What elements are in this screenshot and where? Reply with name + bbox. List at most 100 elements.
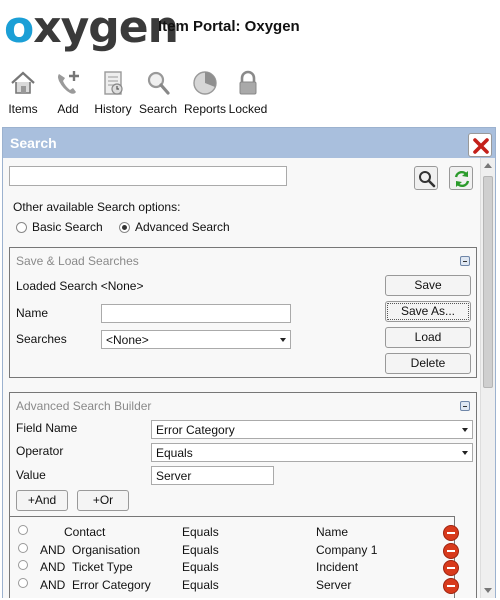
- builder-title: Advanced Search Builder: [16, 399, 152, 413]
- name-label: Name: [16, 306, 49, 320]
- lock-icon: [239, 70, 257, 95]
- field-name-label: Field Name: [16, 421, 78, 435]
- save-load-section: Save & Load Searches Loaded Search <None…: [9, 247, 477, 378]
- remove-criteria-icon[interactable]: [443, 560, 459, 576]
- searches-label: Searches: [16, 332, 67, 346]
- criteria-value: Incident: [316, 560, 359, 574]
- scrollbar-thumb[interactable]: [483, 176, 493, 388]
- criteria-row[interactable]: AND Error Category Equals Server: [10, 576, 459, 594]
- criteria-conjunction: AND: [40, 560, 66, 574]
- close-panel-button[interactable]: [468, 133, 492, 157]
- add-and-button[interactable]: +And: [16, 490, 68, 511]
- criteria-row[interactable]: Contact Equals Name: [10, 523, 459, 541]
- criteria-field: Organisation: [72, 543, 141, 557]
- toolbar-history-button[interactable]: History: [93, 66, 133, 120]
- toolbar-locked-label: Locked: [228, 102, 268, 116]
- load-button[interactable]: Load: [385, 327, 471, 348]
- operator-value: Equals: [156, 446, 193, 460]
- criteria-operator: Equals: [182, 543, 219, 557]
- advanced-search-radio[interactable]: [119, 221, 130, 233]
- search-panel: Search Other available Search options: B…: [2, 127, 496, 598]
- scroll-up-icon[interactable]: [484, 163, 492, 168]
- toolbar-history-label: History: [94, 102, 132, 116]
- save-as-button[interactable]: Save As...: [385, 301, 471, 322]
- searches-select-value: <None>: [106, 333, 149, 347]
- magnifier-icon: [419, 171, 436, 188]
- criteria-row[interactable]: AND Ticket Type Equals Incident: [10, 558, 459, 576]
- advanced-search-option[interactable]: Advanced Search: [119, 220, 230, 234]
- toolbar-add-button[interactable]: Add: [52, 66, 84, 120]
- field-name-value: Error Category: [156, 423, 235, 437]
- criteria-operator: Equals: [182, 560, 219, 574]
- chevron-down-icon: [280, 338, 286, 342]
- collapse-builder-icon[interactable]: [460, 401, 470, 411]
- value-label: Value: [16, 468, 46, 482]
- search-input[interactable]: [9, 166, 287, 186]
- value-field[interactable]: Server: [151, 466, 274, 485]
- chevron-down-icon: [462, 428, 468, 432]
- portal-title: Item Portal: Oxygen: [158, 18, 300, 35]
- loaded-search-row: Loaded Search <None>: [16, 279, 143, 293]
- panel-scrollbar[interactable]: [480, 158, 495, 598]
- home-icon: [11, 71, 35, 94]
- criteria-row[interactable]: AND Organisation Equals Company 1: [10, 541, 459, 559]
- toolbar-add-label: Add: [57, 102, 79, 116]
- toolbar-items-label: Items: [8, 102, 38, 116]
- basic-search-radio[interactable]: [16, 221, 27, 233]
- app-header: oxygen Item Portal: Oxygen: [0, 0, 500, 62]
- add-or-button[interactable]: +Or: [77, 490, 129, 511]
- row-select-radio[interactable]: [18, 578, 28, 588]
- search-panel-title: Search: [3, 128, 495, 158]
- toolbar-search-button[interactable]: Search: [138, 66, 178, 120]
- criteria-operator: Equals: [182, 578, 219, 592]
- oxygen-logo: oxygen: [4, 2, 179, 53]
- remove-criteria-icon[interactable]: [443, 525, 459, 541]
- scroll-down-icon[interactable]: [484, 588, 492, 593]
- save-button[interactable]: Save: [385, 275, 471, 296]
- basic-search-option[interactable]: Basic Search: [16, 220, 103, 234]
- toolbar-reports-label: Reports: [183, 102, 227, 116]
- run-search-button[interactable]: [414, 166, 438, 190]
- toolbar-items-button[interactable]: Items: [6, 66, 40, 120]
- basic-search-label: Basic Search: [32, 220, 103, 234]
- row-select-radio[interactable]: [18, 543, 28, 553]
- main-toolbar: Items Add History Search Reports Locked: [0, 66, 500, 120]
- toolbar-search-label: Search: [138, 102, 178, 116]
- collapse-save-load-icon[interactable]: [460, 256, 470, 266]
- advanced-search-label: Advanced Search: [135, 220, 230, 234]
- search-name-field[interactable]: [101, 304, 291, 323]
- field-name-select[interactable]: Error Category: [151, 420, 473, 439]
- criteria-field: Contact: [64, 525, 106, 539]
- refresh-icon: [454, 170, 470, 188]
- criteria-conjunction: AND: [40, 543, 66, 557]
- loaded-search-value: <None>: [100, 279, 144, 293]
- toolbar-reports-button[interactable]: Reports: [183, 66, 227, 120]
- history-icon: [104, 71, 123, 95]
- criteria-conjunction: AND: [40, 578, 66, 592]
- criteria-operator: Equals: [182, 525, 219, 539]
- criteria-value: Company 1: [316, 543, 378, 557]
- remove-criteria-icon[interactable]: [443, 578, 459, 594]
- toolbar-locked-button[interactable]: Locked: [228, 66, 268, 120]
- search-icon: [147, 71, 170, 95]
- criteria-list: Contact Equals Name AND Organisation Equ…: [9, 516, 459, 598]
- searches-select[interactable]: <None>: [101, 330, 291, 349]
- remove-criteria-icon[interactable]: [443, 543, 459, 559]
- row-select-radio[interactable]: [18, 560, 28, 570]
- save-load-title: Save & Load Searches: [16, 254, 139, 268]
- operator-label: Operator: [16, 444, 64, 458]
- criteria-field: Error Category: [72, 578, 151, 592]
- search-panel-body: Other available Search options: Basic Se…: [3, 158, 480, 598]
- close-icon: [473, 138, 489, 154]
- delete-button[interactable]: Delete: [385, 353, 471, 374]
- other-options-label: Other available Search options:: [13, 200, 181, 214]
- operator-select[interactable]: Equals: [151, 443, 473, 462]
- chevron-down-icon: [462, 451, 468, 455]
- add-phone-icon: [58, 71, 79, 94]
- criteria-value: Server: [316, 578, 352, 592]
- row-select-radio[interactable]: [18, 525, 28, 535]
- reports-icon: [193, 71, 217, 95]
- refresh-button[interactable]: [449, 166, 473, 190]
- loaded-search-label: Loaded Search: [16, 279, 98, 293]
- criteria-value: Name: [316, 525, 349, 539]
